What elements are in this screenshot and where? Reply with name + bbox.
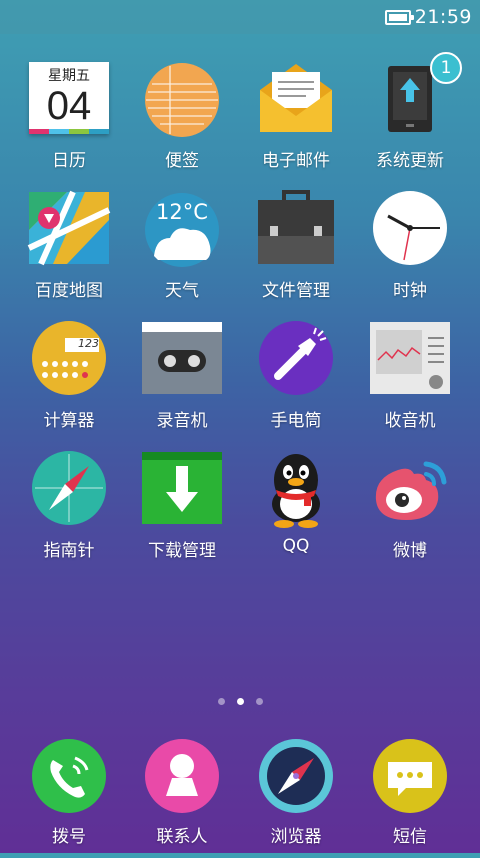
status-time: 21:59: [414, 6, 472, 28]
app-label: 手电筒: [270, 411, 322, 431]
app-flashlight[interactable]: 手电筒: [241, 320, 351, 440]
clock-icon: [368, 190, 452, 274]
qq-penguin-icon: [254, 450, 338, 534]
app-calculator[interactable]: 123 计算器: [14, 320, 124, 440]
contacts-icon: [140, 738, 224, 822]
email-icon: [254, 60, 338, 144]
flashlight-icon: [254, 320, 338, 404]
app-system-update[interactable]: 1 系统更新: [355, 52, 465, 180]
status-bar: 21:59: [0, 0, 480, 34]
app-compass[interactable]: 指南针: [14, 450, 124, 570]
app-download-manager[interactable]: 下载管理: [127, 450, 237, 570]
calendar-weekday: 星期五: [48, 68, 90, 84]
recorder-icon: [140, 320, 224, 404]
radio-icon: [368, 320, 452, 404]
app-label: 便签: [165, 151, 199, 171]
app-label: 下载管理: [148, 541, 216, 561]
dock-browser[interactable]: 浏览器: [241, 738, 351, 858]
app-calendar[interactable]: 星期五 04 日历: [14, 60, 124, 180]
calendar-icon: 星期五 04: [27, 60, 111, 144]
app-label: 微博: [393, 541, 427, 561]
page-dot[interactable]: [217, 698, 225, 705]
app-label: 时钟: [393, 281, 427, 301]
app-email[interactable]: 电子邮件: [241, 60, 351, 180]
app-label: 收音机: [384, 411, 436, 431]
weather-temperature: 12°C: [156, 200, 208, 224]
app-label: 录音机: [156, 411, 208, 431]
app-label: 系统更新: [376, 151, 444, 171]
app-label: 天气: [165, 281, 199, 301]
app-label: 电子邮件: [262, 151, 330, 171]
compass-icon: [27, 450, 111, 534]
messages-icon: [368, 738, 452, 822]
battery-full-icon: [384, 9, 414, 25]
dock-contacts[interactable]: 联系人: [127, 738, 237, 858]
app-radio[interactable]: 收音机: [355, 320, 465, 440]
map-icon: [27, 190, 111, 274]
calculator-icon: 123: [27, 320, 111, 404]
weather-icon: 12°C: [140, 190, 224, 274]
page-dot[interactable]: [255, 698, 263, 705]
dock-phone[interactable]: 拨号: [14, 738, 124, 858]
app-label: 文件管理: [262, 281, 330, 301]
app-notes[interactable]: 便签: [127, 60, 237, 180]
page-dot-active[interactable]: [236, 698, 244, 705]
browser-icon: [254, 738, 338, 822]
calculator-display: 123: [78, 337, 99, 350]
app-label: 百度地图: [35, 281, 103, 301]
app-clock[interactable]: 时钟: [355, 190, 465, 310]
app-label: QQ: [282, 536, 310, 556]
calendar-day: 04: [46, 84, 92, 128]
download-icon: [140, 450, 224, 534]
app-weibo[interactable]: 微博: [355, 450, 465, 570]
app-label: 浏览器: [270, 827, 322, 847]
phone-icon: [27, 738, 111, 822]
page-indicator: [0, 698, 480, 705]
system-update-icon: 1: [368, 52, 462, 144]
app-label: 拨号: [52, 827, 86, 847]
app-label: 计算器: [43, 411, 95, 431]
briefcase-icon: [254, 190, 338, 274]
app-label: 短信: [393, 827, 427, 847]
app-label: 指南针: [43, 541, 95, 561]
app-recorder[interactable]: 录音机: [127, 320, 237, 440]
dock-messages[interactable]: 短信: [355, 738, 465, 858]
weibo-icon: [368, 450, 452, 534]
app-label: 联系人: [156, 827, 208, 847]
app-weather[interactable]: 12°C 天气: [127, 190, 237, 310]
app-baidu-map[interactable]: 百度地图: [14, 190, 124, 310]
update-badge: 1: [430, 52, 462, 84]
notes-icon: [140, 60, 224, 144]
app-label: 日历: [52, 151, 86, 171]
app-qq[interactable]: QQ: [241, 450, 351, 570]
app-file-manager[interactable]: 文件管理: [241, 190, 351, 310]
